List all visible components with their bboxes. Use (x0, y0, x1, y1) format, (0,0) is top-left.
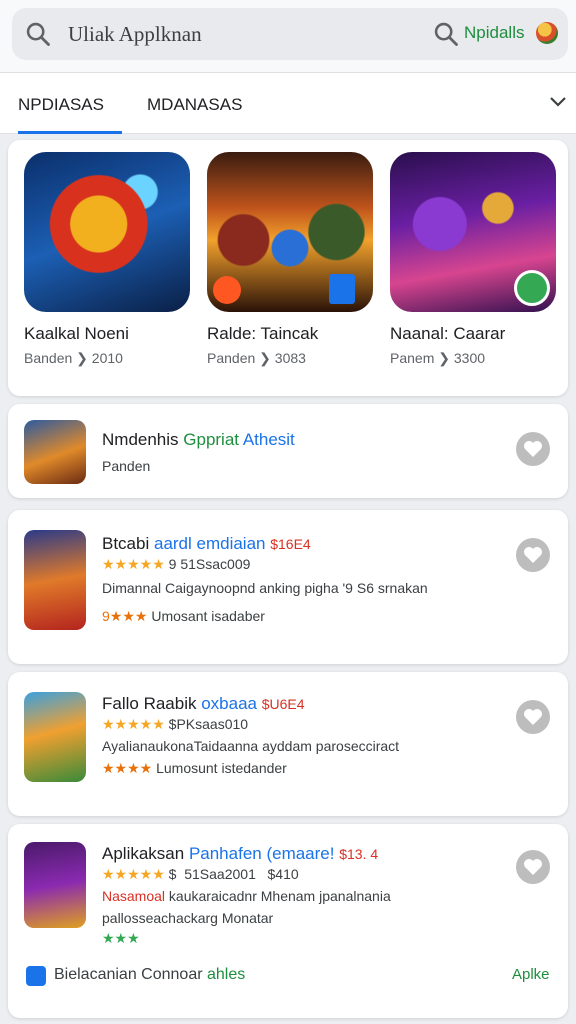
featured-subtitle: Panden ❯ 3083 (207, 350, 306, 366)
app-badge-icon (26, 966, 46, 986)
note-row: 9★★★ Umosant isadaber (102, 608, 265, 625)
heart-icon[interactable] (516, 538, 550, 572)
list-item-title: Nmdenhis Gppriat Athesit (102, 430, 295, 450)
featured-subtitle: Panem ❯ 3300 (390, 350, 486, 366)
title-part: oxbaaa (201, 694, 257, 713)
star-icon: ★★★ (102, 930, 140, 946)
list-item-title: Btcabi aardl emdiaian $16E4 (102, 534, 311, 554)
badge-icon (213, 276, 241, 304)
title-part: Panhafen (emaare! (188, 844, 335, 863)
badge-icon (329, 274, 355, 304)
heart-icon[interactable] (516, 850, 550, 884)
app-icon (207, 152, 373, 312)
note-row: ★★★★ Lumosunt istedander (102, 760, 287, 777)
app-icon (390, 152, 556, 312)
featured-title: Kaalkal Noeni (24, 324, 129, 343)
rating-row: ★★★★★ 9 51Ssac009 (102, 556, 250, 573)
title-part: Fallo Raabik (102, 694, 202, 713)
tab-bar: NPDIASAS MDANASAS (0, 72, 576, 134)
featured-title: Naanal: Caarar (390, 324, 506, 343)
app-icon (24, 842, 86, 928)
list-item-subtitle: Panden (102, 458, 151, 474)
rating-text: $ 51Saa2001 $410 (168, 866, 299, 882)
list-item-description: Dimannal Caigaynoopnd anking pigha '9 S6… (102, 580, 428, 596)
search-icon[interactable] (24, 20, 52, 48)
featured-carousel: Kaalkal Noeni Banden ❯ 2010 Ralde: Tainc… (8, 140, 568, 396)
featured-title: Ralde: Taincak (207, 324, 319, 343)
list-item[interactable]: Fallo Raabik oxbaaa $U6E4 ★★★★★ $PKsaas0… (8, 672, 568, 816)
price-label: $13. 4 (339, 846, 379, 862)
featured-app-1[interactable]: Kaalkal Noeni Banden ❯ 2010 (24, 152, 190, 366)
note-text: Umosant isadaber (151, 608, 265, 624)
search-right-label[interactable]: Npidalls (464, 23, 524, 43)
search-icon-secondary[interactable] (432, 20, 460, 48)
heart-icon[interactable] (516, 700, 550, 734)
price-label: $U6E4 (261, 696, 305, 712)
list-item-title: Fallo Raabik oxbaaa $U6E4 (102, 694, 305, 714)
search-input[interactable]: Uliak Applknan (68, 22, 202, 47)
tab-mdanasas[interactable]: MDANASAS (147, 95, 242, 115)
star-icon: ★★★★ (102, 760, 153, 776)
apply-link[interactable]: Aplke (512, 966, 550, 983)
heart-icon[interactable] (516, 432, 550, 466)
star-icon: ★★★★★ (102, 556, 165, 572)
title-part: Athesit (242, 430, 295, 449)
title-part: Gppriat (183, 430, 243, 449)
featured-app-2[interactable]: Ralde: Taincak Panden ❯ 3083 (207, 152, 373, 366)
app-icon (24, 530, 86, 630)
list-item-description: Nasamoal kaukaraicadnr Mhenam jpanalnani… (102, 888, 391, 904)
list-item[interactable]: Nmdenhis Gppriat Athesit Panden (8, 404, 568, 498)
list-item-title: Aplikaksan Panhafen (emaare! $13. 4 (102, 844, 378, 864)
rating-row: ★★★★★ $ 51Saa2001 $410 (102, 866, 299, 883)
search-bar[interactable]: Uliak Applknan Npidalls (12, 8, 568, 60)
note-text: Lumosunt istedander (156, 760, 287, 776)
app-icon (24, 420, 86, 484)
title-part: Btcabi (102, 534, 154, 553)
chevron-down-icon[interactable] (548, 91, 568, 111)
featured-app-3[interactable]: Naanal: Caarar Panem ❯ 3300 (390, 152, 556, 366)
rating-row: ★★★★★ $PKsaas010 (102, 716, 248, 733)
bottom-label[interactable]: Bielacanian Connoar ahles (54, 966, 245, 984)
label-part: Bielacanian (54, 966, 142, 983)
star-icon: ★★★★★ (102, 716, 165, 732)
search-header: Uliak Applknan Npidalls (0, 0, 576, 72)
app-icon (24, 692, 86, 782)
avatar[interactable] (536, 22, 558, 44)
list-item-description: AyalianaukonaTaidaanna ayddam paroseccir… (102, 738, 400, 754)
list-item[interactable]: Btcabi aardl emdiaian $16E4 ★★★★★ 9 51Ss… (8, 510, 568, 664)
label-part: Connoar (141, 966, 207, 983)
list-item[interactable]: Aplikaksan Panhafen (emaare! $13. 4 ★★★★… (8, 824, 568, 1018)
title-part: aardl emdiaian (153, 534, 266, 553)
rating-text: 9 51Ssac009 (168, 556, 251, 572)
desc-part: kaukaraicadnr Mhenam jpanalnania (165, 888, 391, 904)
desc-part: Nasamoal (102, 888, 166, 904)
rating-text: $PKsaas010 (168, 716, 249, 732)
price-label: $16E4 (270, 536, 311, 552)
list-item-description-2: pallosseachackarg Monatar (102, 910, 274, 926)
app-icon (24, 152, 190, 312)
star-icon: ★★★★★ (102, 866, 165, 882)
star-icon: 9★★★ (102, 608, 148, 624)
title-part: Aplikaksan (102, 844, 189, 863)
rating-row-2: ★★★ (102, 930, 140, 947)
label-part: ahles (207, 966, 246, 983)
badge-icon (514, 270, 550, 306)
featured-subtitle: Banden ❯ 2010 (24, 350, 123, 366)
tab-npdiasas[interactable]: NPDIASAS (18, 95, 104, 115)
title-part: Nmdenhis (102, 430, 184, 449)
tab-active-indicator (18, 131, 122, 134)
